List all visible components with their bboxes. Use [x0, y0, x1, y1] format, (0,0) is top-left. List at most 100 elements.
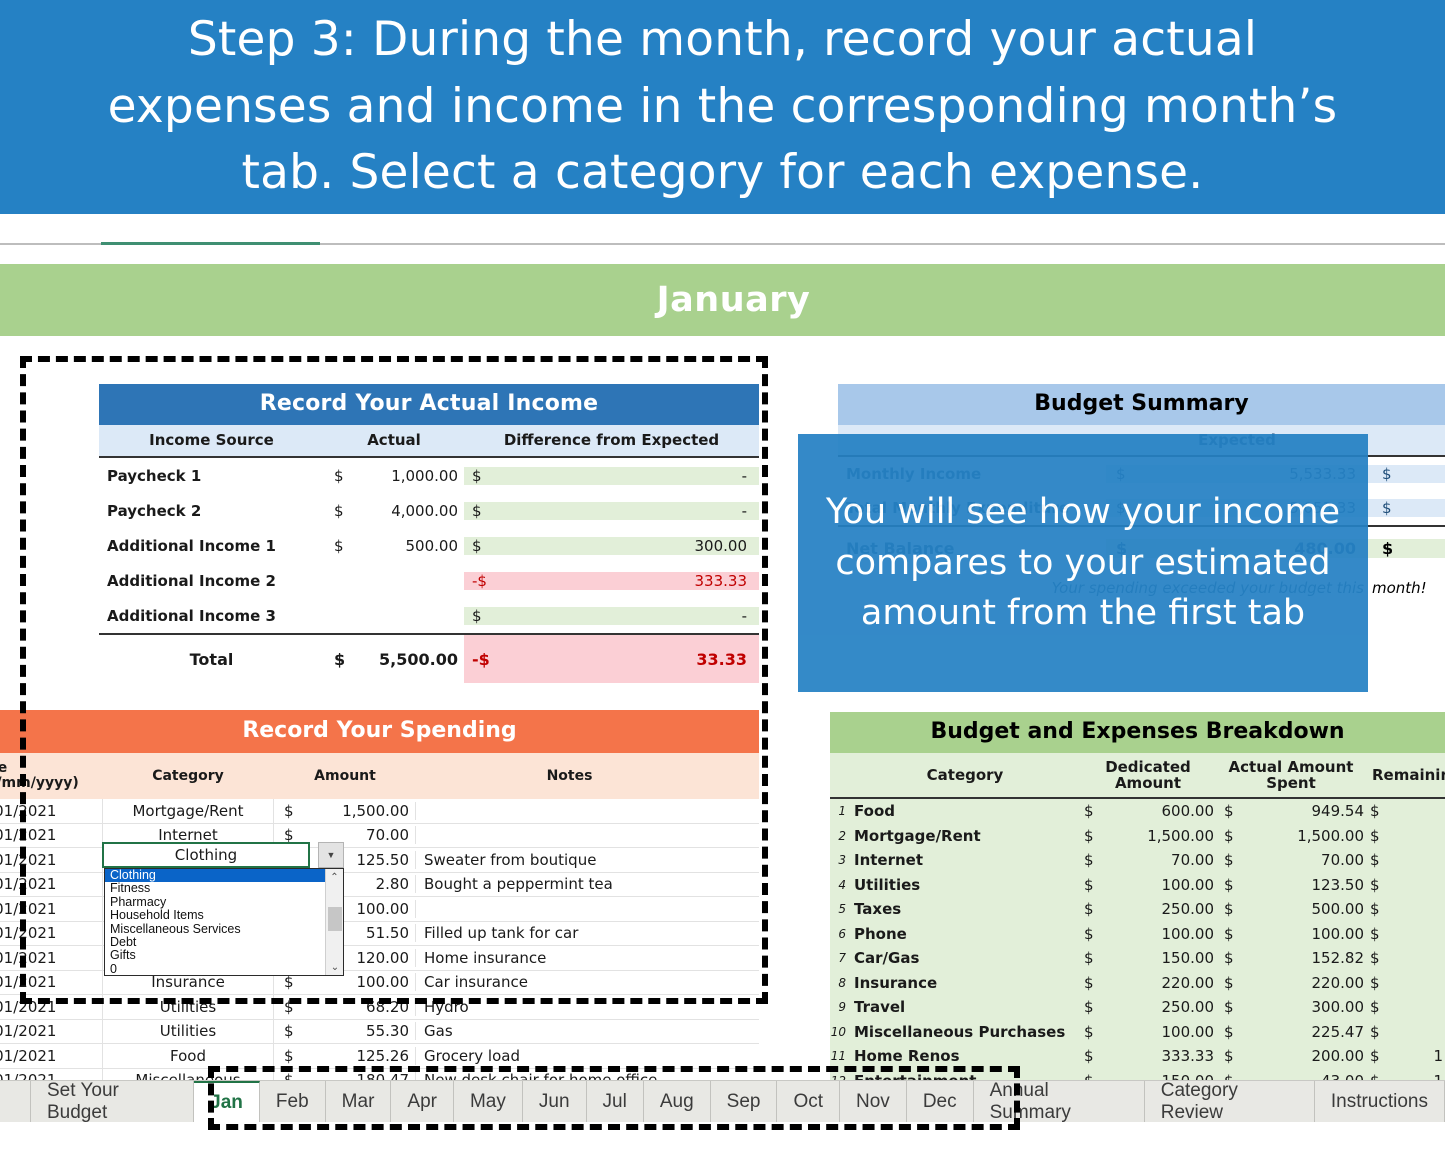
breakdown-row: 5 Taxes $250.00 $500.00 $ — [830, 897, 1445, 922]
dropdown-scrollbar[interactable]: ⌃ ⌄ — [325, 869, 343, 975]
spending-amount-value: 2.80 — [375, 875, 409, 894]
income-actual: $500.00 — [324, 537, 464, 555]
sheet-tab-annual-summary[interactable]: Annual Summary — [974, 1080, 1145, 1123]
summary-actual: $ — [1368, 499, 1445, 517]
category-dropdown-arrow-icon[interactable]: ▼ — [318, 842, 344, 868]
spending-notes[interactable]: Hydro — [416, 998, 723, 1016]
spending-amount[interactable]: $125.26 — [274, 1046, 416, 1065]
income-difference: $300.00 — [464, 536, 759, 555]
spending-date[interactable]: 07/01/2021 — [0, 949, 102, 967]
breakdown-remaining-currency: $ — [1370, 875, 1380, 894]
spending-notes[interactable]: Filled up tank for car — [416, 924, 723, 942]
spending-category[interactable]: Mortgage/Rent — [102, 798, 274, 823]
sheet-tab-sep[interactable]: Sep — [711, 1081, 778, 1122]
spending-category[interactable]: Utilities — [102, 994, 274, 1019]
breakdown-dedicated-value: 250.00 — [1161, 900, 1215, 919]
instruction-text: Step 3: During the month, record your ac… — [107, 11, 1338, 201]
breakdown-spent-value: 500.00 — [1311, 900, 1365, 919]
sheet-tab-oct[interactable]: Oct — [777, 1081, 841, 1122]
breakdown-dedicated: $333.33 — [1080, 1047, 1216, 1065]
sheet-tab-jun[interactable]: Jun — [523, 1081, 587, 1122]
breakdown-index: 7 — [838, 951, 846, 966]
dropdown-option[interactable]: Pharmacy — [105, 895, 343, 909]
breakdown-remaining: $ — [1366, 876, 1445, 894]
sheet-tab-instructions[interactable]: Instructions — [1315, 1081, 1445, 1122]
sheet-tab-dec[interactable]: Dec — [907, 1081, 974, 1122]
breakdown-spent: $300.00 — [1216, 998, 1366, 1016]
spending-date[interactable]: 07/01/2021 — [0, 973, 102, 991]
breakdown-category: Internet — [854, 851, 924, 870]
sheet-tab-set-your-budget[interactable]: Set Your Budget — [30, 1080, 195, 1123]
category-cell-selected[interactable]: Clothing — [102, 842, 310, 868]
dropdown-option[interactable]: Gifts — [105, 949, 343, 963]
spending-date[interactable]: 05/01/2021 — [0, 851, 102, 869]
scroll-up-icon[interactable]: ⌃ — [326, 869, 343, 885]
sheet-tab-mar[interactable]: Mar — [326, 1081, 392, 1122]
breakdown-header: Category Dedicated Amount Actual Amount … — [830, 753, 1445, 799]
breakdown-row: 8 Insurance $220.00 $220.00 $ — [830, 970, 1445, 995]
income-total-difference: -$ 33.33 — [464, 635, 759, 683]
sheet-tab-jan[interactable]: Jan — [194, 1081, 260, 1122]
scroll-down-icon[interactable]: ⌄ — [326, 959, 344, 975]
breakdown-remaining: $ — [1366, 851, 1445, 869]
breakdown-remaining: $ — [1366, 827, 1445, 845]
dropdown-option[interactable]: Debt — [105, 935, 343, 949]
sheet-tab-bar[interactable]: Set Your Budget Jan Feb Mar Apr May Jun Jul Aug S… — [0, 1080, 1445, 1123]
dropdown-option[interactable]: Miscellaneous Services — [105, 922, 343, 936]
spending-amount-value: 100.00 — [356, 973, 410, 992]
spending-notes[interactable]: Car insurance — [416, 973, 723, 991]
income-difference: $ - — [464, 501, 759, 520]
spending-col-date-line2: (dd/mm/yyyy) — [0, 775, 79, 791]
spending-date[interactable]: 05/01/2021 — [0, 875, 102, 893]
summary-net-actual: $ — [1368, 538, 1445, 558]
sheet-tab-nov[interactable]: Nov — [840, 1081, 907, 1122]
breakdown-spent-currency: $ — [1224, 875, 1234, 894]
sheet-tab-may[interactable]: May — [454, 1081, 523, 1122]
breakdown-row: 11 Home Renos $333.33 $200.00 $1 — [830, 1044, 1445, 1069]
spending-date[interactable]: 06/01/2021 — [0, 900, 102, 918]
spending-notes[interactable]: Grocery load — [416, 1047, 723, 1065]
spending-row[interactable]: 10/01/2021Food$125.26Grocery load — [0, 1043, 759, 1069]
spending-date[interactable]: 02/01/2021 — [0, 802, 102, 820]
spending-date[interactable]: 10/01/2021 — [0, 1047, 102, 1065]
breakdown-dedicated: $250.00 — [1080, 998, 1216, 1016]
sheet-tab-category-review[interactable]: Category Review — [1145, 1080, 1315, 1123]
breakdown-index: 3 — [838, 853, 846, 868]
spending-amount[interactable]: $1,500.00 — [274, 801, 416, 820]
spending-notes[interactable]: Bought a peppermint tea — [416, 875, 723, 893]
breakdown-dedicated: $100.00 — [1080, 925, 1216, 943]
spending-table-header: Date (dd/mm/yyyy) Category Amount Notes — [0, 753, 759, 799]
category-dropdown-list[interactable]: Clothing Fitness Pharmacy Household Items Mi… — [104, 868, 344, 976]
spending-date[interactable]: 06/01/2021 — [0, 924, 102, 942]
spending-category[interactable]: Utilities — [102, 1019, 274, 1044]
spending-category[interactable]: Food — [102, 1043, 274, 1068]
spending-row[interactable]: 08/01/2021Utilities$68.20Hydro — [0, 994, 759, 1020]
category-dropdown-options[interactable]: Clothing Fitness Pharmacy Household Items Mi… — [105, 868, 343, 976]
spending-date[interactable]: 08/01/2021 — [0, 998, 102, 1016]
spending-notes[interactable]: Sweater from boutique — [416, 851, 723, 869]
sheet-tab-aug[interactable]: Aug — [644, 1081, 711, 1122]
income-total-currency: $ — [334, 649, 346, 669]
spending-row[interactable]: 02/01/2021Mortgage/Rent$1,500.00 — [0, 798, 759, 824]
breakdown-remaining-currency: $ — [1370, 1022, 1380, 1041]
dropdown-option[interactable]: Fitness — [105, 881, 343, 895]
spending-amount-currency: $ — [284, 801, 294, 820]
sheet-tab-jul[interactable]: Jul — [587, 1081, 644, 1122]
sheet-tab-apr[interactable]: Apr — [391, 1081, 454, 1122]
scrollbar-thumb[interactable] — [328, 907, 342, 931]
spending-notes[interactable]: Home insurance — [416, 949, 723, 967]
spending-amount[interactable]: $55.30 — [274, 1022, 416, 1041]
dropdown-option[interactable]: Clothing — [105, 868, 343, 883]
spending-amount-value: 68.20 — [366, 997, 409, 1016]
spending-row[interactable]: 10/01/2021Utilities$55.30Gas — [0, 1019, 759, 1044]
spending-date[interactable]: 05/01/2021 — [0, 826, 102, 844]
spending-amount[interactable]: $68.20 — [274, 997, 416, 1016]
breakdown-dedicated-currency: $ — [1084, 924, 1094, 943]
breakdown-spent-value: 949.54 — [1311, 802, 1365, 821]
dropdown-option[interactable]: Household Items — [105, 908, 343, 922]
summary-note-tail: month! — [1372, 579, 1427, 597]
spending-date[interactable]: 10/01/2021 — [0, 1022, 102, 1040]
sheet-tab-feb[interactable]: Feb — [260, 1081, 326, 1122]
spending-notes[interactable]: Gas — [416, 1022, 723, 1040]
dropdown-option[interactable]: 0 — [105, 962, 343, 976]
